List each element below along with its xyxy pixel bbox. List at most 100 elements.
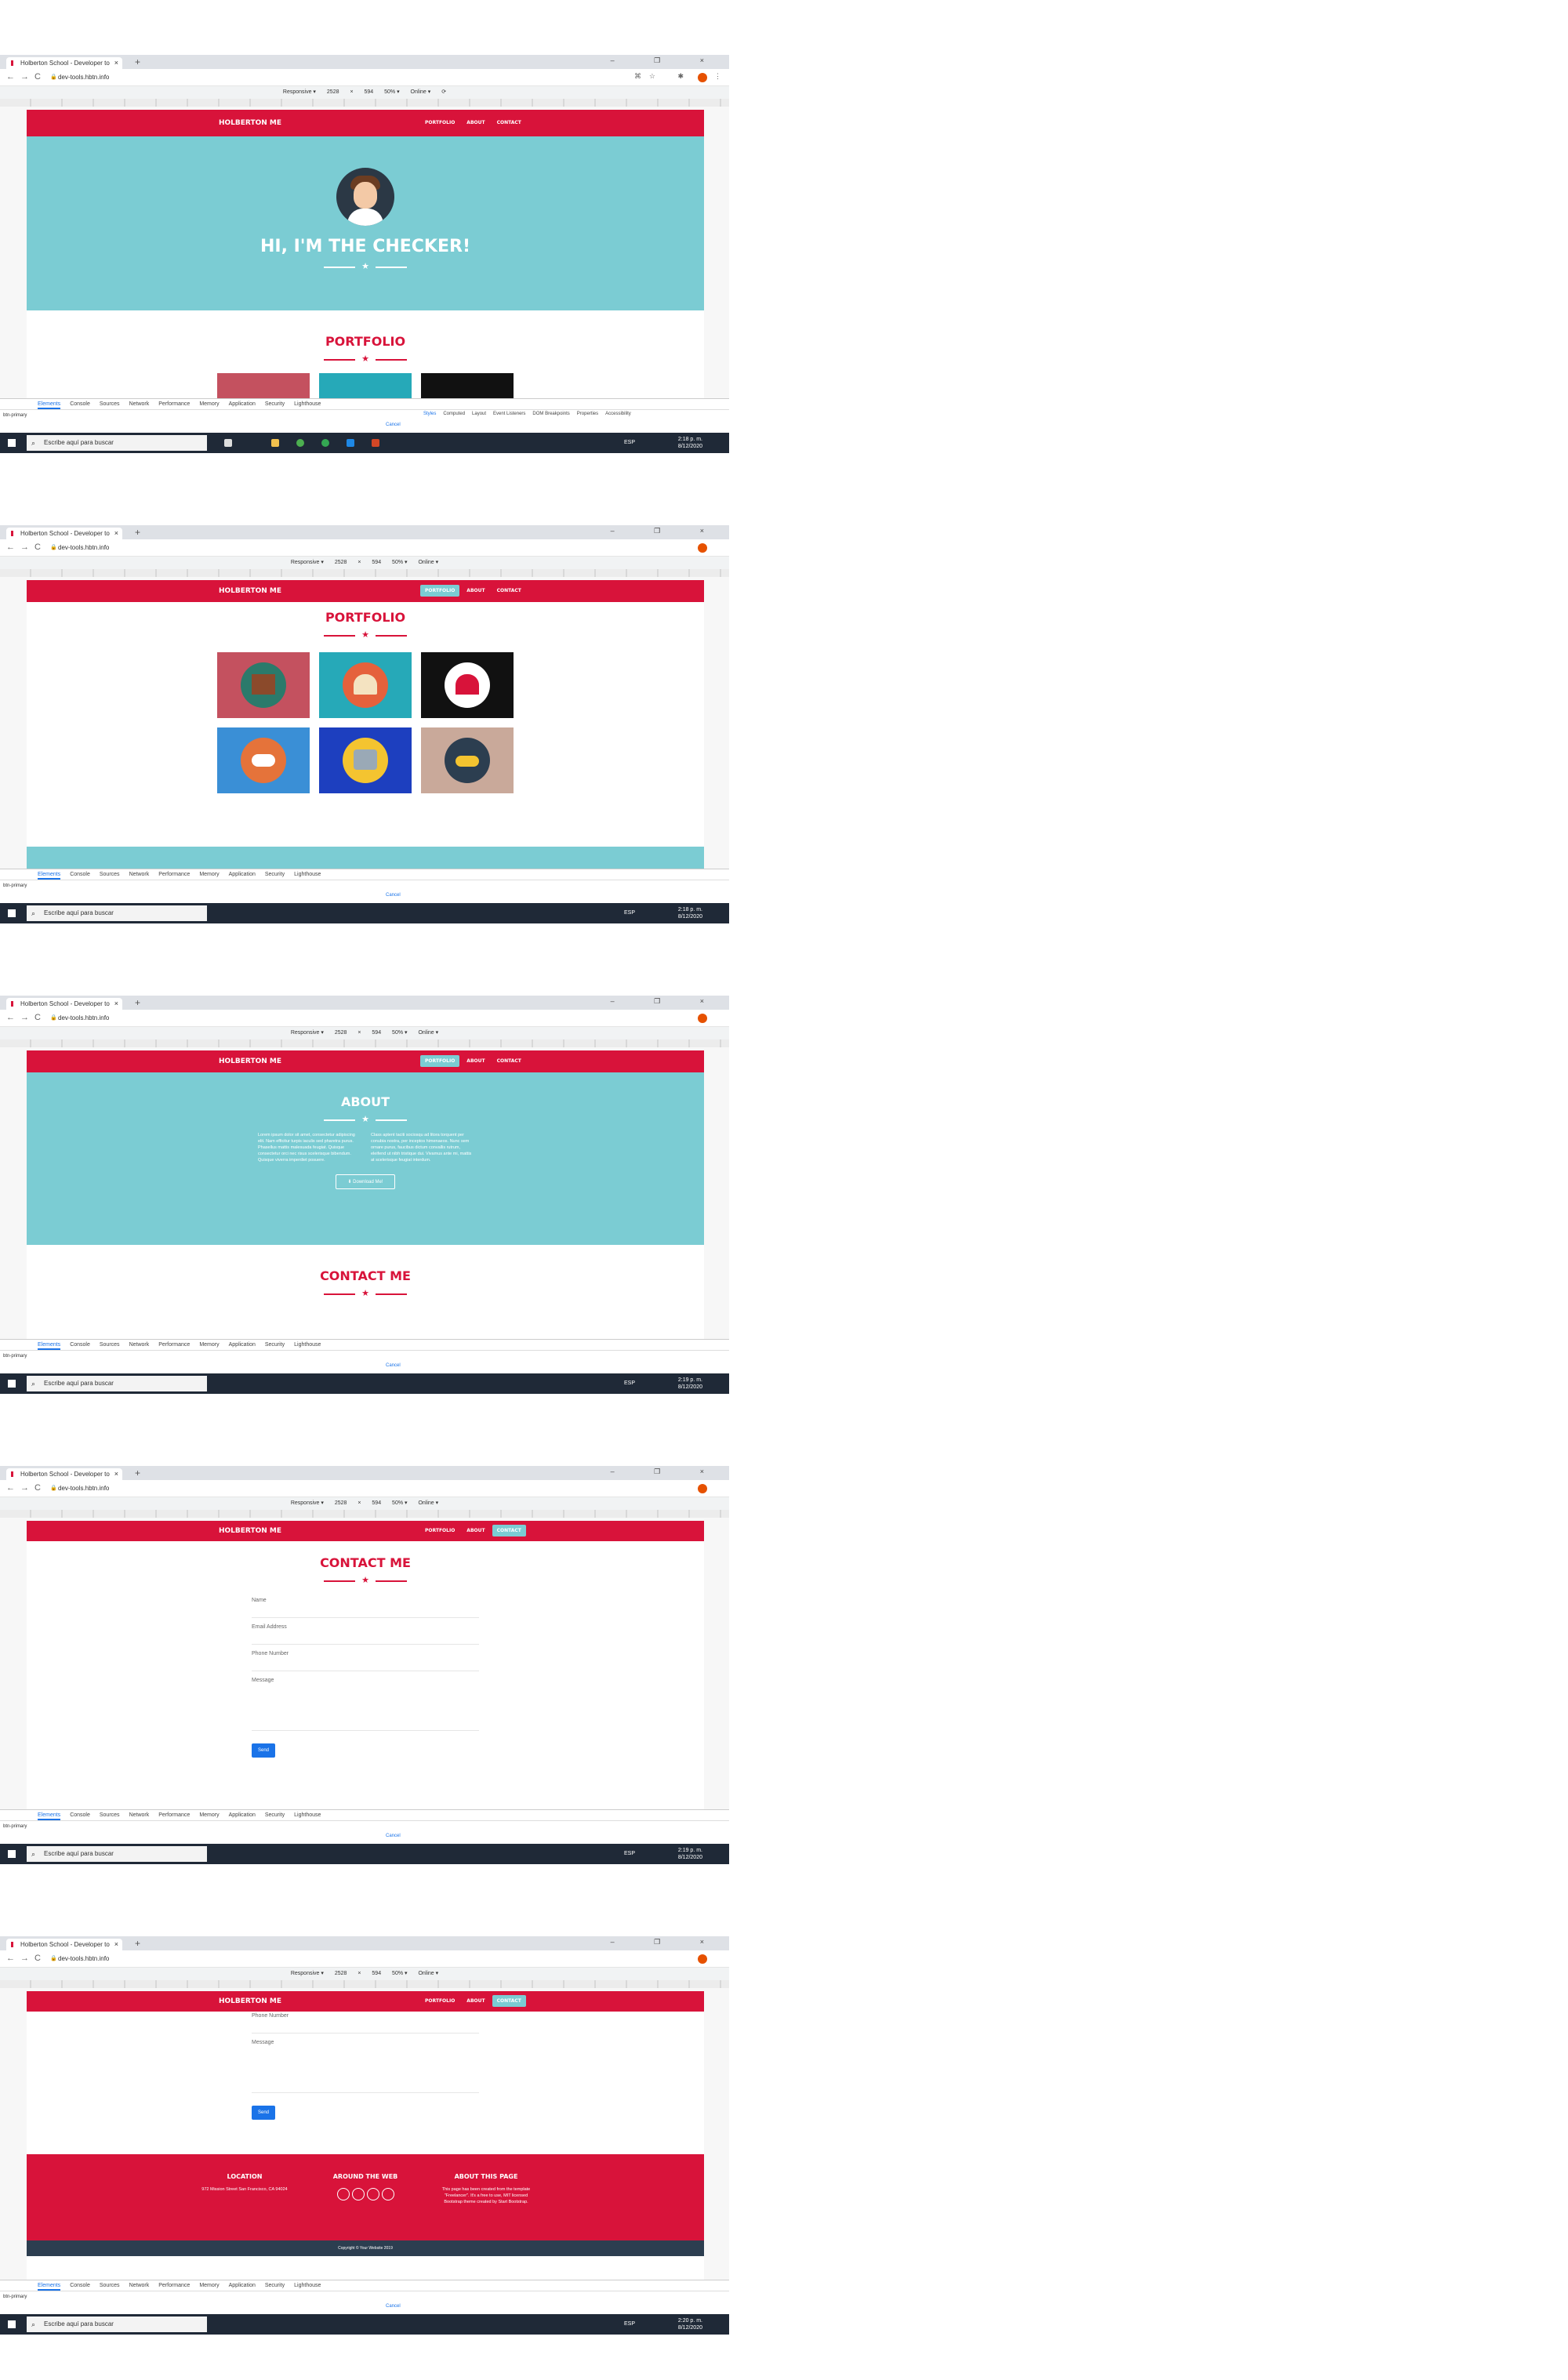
tab-layout[interactable]: Layout <box>472 412 486 416</box>
chrome-active-icon[interactable] <box>321 439 329 447</box>
reload-icon[interactable]: C <box>34 1013 41 1022</box>
tab-memory[interactable]: Memory <box>199 399 219 409</box>
tab-application[interactable]: Application <box>229 399 256 409</box>
tab-console[interactable]: Console <box>70 1810 90 1820</box>
name-field[interactable]: Name <box>252 1591 479 1618</box>
phone-field[interactable]: Phone Number <box>252 2012 479 2034</box>
tab-event-listeners[interactable]: Event Listeners <box>493 412 525 416</box>
new-tab-button[interactable]: + <box>135 527 140 538</box>
reload-icon[interactable]: C <box>34 1483 41 1493</box>
tab-network[interactable]: Network <box>129 1340 150 1350</box>
back-icon[interactable]: ← <box>6 1013 15 1022</box>
tray-language[interactable]: ESP <box>624 1851 635 1856</box>
nav-contact[interactable]: CONTACT <box>492 117 526 129</box>
nav-about[interactable]: ABOUT <box>462 585 489 597</box>
taskbar-search[interactable]: ⌕ Escribe aquí para buscar <box>27 1376 207 1391</box>
throttle-select[interactable]: Online ▾ <box>418 1971 438 1976</box>
task-view-icon[interactable] <box>224 439 232 447</box>
back-icon[interactable]: ← <box>6 1954 15 1963</box>
tab-network[interactable]: Network <box>129 869 150 880</box>
nav-about[interactable]: ABOUT <box>462 1995 489 2007</box>
tray-language[interactable]: ESP <box>624 2321 635 2327</box>
vscode-icon[interactable] <box>347 439 354 447</box>
nav-contact[interactable]: CONTACT <box>492 1055 526 1067</box>
nav-contact[interactable]: CONTACT <box>492 1995 526 2007</box>
tab-memory[interactable]: Memory <box>199 1810 219 1820</box>
tab-elements[interactable]: Elements <box>38 869 61 880</box>
tray-clock[interactable]: 2:19 p. m. 8/12/2020 <box>678 1377 702 1391</box>
forward-icon[interactable]: → <box>20 1483 29 1493</box>
url-field[interactable]: 🔒 dev-tools.hbtn.info <box>49 1954 613 1965</box>
tab-security[interactable]: Security <box>265 1340 285 1350</box>
tab-accessibility[interactable]: Accessibility <box>605 412 631 416</box>
window-controls[interactable]: – ❐ × <box>611 1468 723 1476</box>
tab-security[interactable]: Security <box>265 1810 285 1820</box>
tab-properties[interactable]: Properties <box>577 412 598 416</box>
zoom-select[interactable]: 50% ▾ <box>384 89 399 95</box>
url-field[interactable]: 🔒 dev-tools.hbtn.info <box>49 542 613 553</box>
rotate-icon[interactable]: ⟳ <box>441 89 446 95</box>
elements-search-input[interactable]: btn-primary <box>3 1354 27 1359</box>
throttle-select[interactable]: Online ▾ <box>418 560 438 565</box>
nav-about[interactable]: ABOUT <box>462 117 489 129</box>
tab-performance[interactable]: Performance <box>158 1340 190 1350</box>
tab-console[interactable]: Console <box>70 2280 90 2291</box>
search-cancel-button[interactable]: Cancel <box>386 893 401 898</box>
window-controls[interactable]: – ❐ × <box>611 1938 723 1946</box>
profile-avatar[interactable] <box>698 73 707 82</box>
nav-portfolio[interactable]: PORTFOLIO <box>420 1525 459 1536</box>
brand-link[interactable]: HOLBERTON ME <box>219 1991 281 2012</box>
taskbar-search[interactable]: ⌕ Escribe aquí para buscar <box>27 435 207 451</box>
tab-dom-breakpoints[interactable]: DOM Breakpoints <box>532 412 569 416</box>
elements-search-input[interactable]: btn-primary <box>3 1824 27 1829</box>
tab-performance[interactable]: Performance <box>158 399 190 409</box>
tab-close-icon[interactable]: × <box>114 528 118 539</box>
window-controls[interactable]: – ❐ × <box>611 56 723 65</box>
zoom-select[interactable]: 50% ▾ <box>392 1030 407 1036</box>
url-field[interactable]: 🔒 dev-tools.hbtn.info <box>49 1013 613 1024</box>
tab-application[interactable]: Application <box>229 1810 256 1820</box>
portfolio-item-game[interactable] <box>217 727 310 793</box>
tab-security[interactable]: Security <box>265 399 285 409</box>
tab-lighthouse[interactable]: Lighthouse <box>294 1340 321 1350</box>
tab-lighthouse[interactable]: Lighthouse <box>294 1810 321 1820</box>
portfolio-item-cabin[interactable] <box>217 652 310 718</box>
device-mode-select[interactable]: Responsive ▾ <box>291 1971 324 1976</box>
reload-icon[interactable]: C <box>34 1954 41 1963</box>
tab-lighthouse[interactable]: Lighthouse <box>294 2280 321 2291</box>
device-mode-select[interactable]: Responsive ▾ <box>283 89 316 95</box>
nav-portfolio[interactable]: PORTFOLIO <box>420 117 459 129</box>
profile-avatar[interactable] <box>698 1484 707 1493</box>
tab-security[interactable]: Security <box>265 869 285 880</box>
file-explorer-icon[interactable] <box>271 439 279 447</box>
browser-tab[interactable]: Holberton School - Developer to × <box>6 1939 122 1950</box>
windows-start-icon[interactable] <box>8 439 16 447</box>
tray-clock[interactable]: 2:19 p. m. 8/12/2020 <box>678 1847 702 1861</box>
device-height-input[interactable]: 594 <box>372 560 381 565</box>
device-height-input[interactable]: 594 <box>372 1971 381 1976</box>
nav-portfolio[interactable]: PORTFOLIO <box>420 585 460 597</box>
new-tab-button[interactable]: + <box>135 997 140 1008</box>
tab-memory[interactable]: Memory <box>199 1340 219 1350</box>
reload-icon[interactable]: C <box>34 72 41 82</box>
tray-clock[interactable]: 2:20 p. m. 8/12/2020 <box>678 2317 702 2331</box>
reload-icon[interactable]: C <box>34 542 41 552</box>
tab-computed[interactable]: Computed <box>443 412 465 416</box>
new-tab-button[interactable]: + <box>135 56 140 67</box>
message-field[interactable]: Message <box>252 2034 479 2093</box>
send-button[interactable]: Send <box>252 2106 276 2120</box>
tab-security[interactable]: Security <box>265 2280 285 2291</box>
brand-link[interactable]: HOLBERTON ME <box>219 1050 281 1072</box>
tab-sources[interactable]: Sources <box>100 1340 120 1350</box>
device-height-input[interactable]: 594 <box>372 1030 381 1036</box>
tab-close-icon[interactable]: × <box>114 998 118 1010</box>
send-button[interactable]: Send <box>252 1743 276 1758</box>
zoom-select[interactable]: 50% ▾ <box>392 1500 407 1506</box>
url-field[interactable]: 🔒 dev-tools.hbtn.info <box>49 72 613 83</box>
nav-about[interactable]: ABOUT <box>462 1525 489 1536</box>
phone-field[interactable]: Phone Number <box>252 1645 479 1671</box>
tab-close-icon[interactable]: × <box>114 1468 118 1480</box>
nav-contact[interactable]: CONTACT <box>492 1525 526 1536</box>
tab-sources[interactable]: Sources <box>100 2280 120 2291</box>
device-mode-select[interactable]: Responsive ▾ <box>291 1500 324 1506</box>
